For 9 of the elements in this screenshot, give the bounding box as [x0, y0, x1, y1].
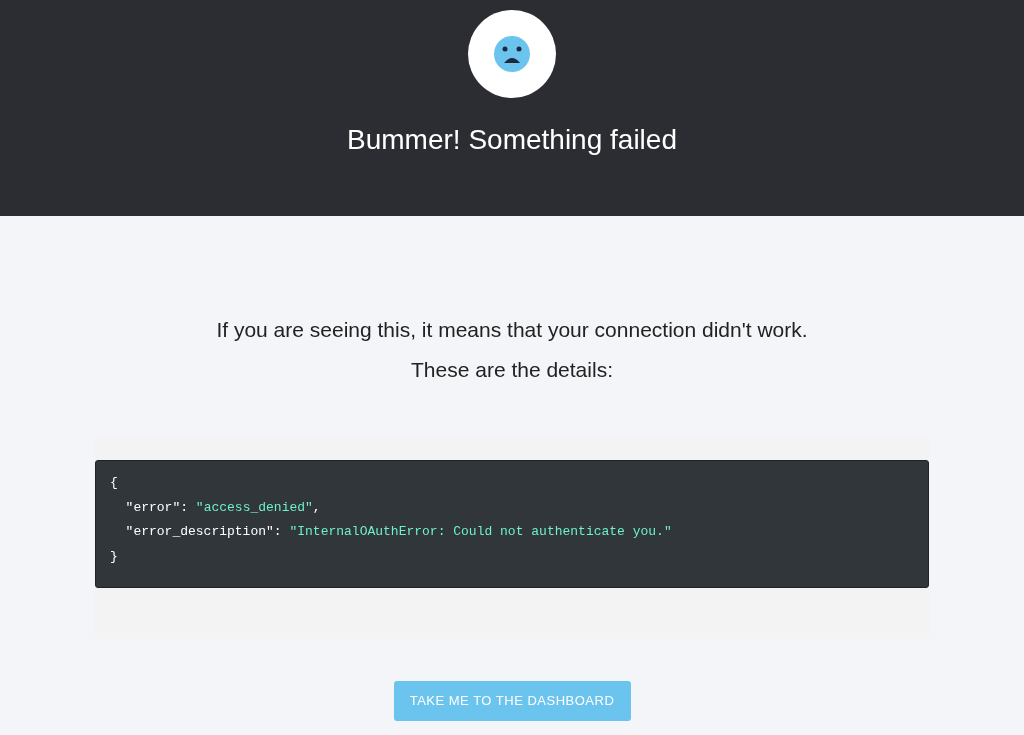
page-title: Bummer! Something failed — [347, 126, 677, 154]
dashboard-button[interactable]: TAKE ME TO THE DASHBOARD — [393, 681, 631, 721]
sad-face-icon — [494, 36, 530, 72]
message-text: If you are seeing this, it means that your connection didn't work. — [216, 317, 808, 343]
code-line: { — [110, 474, 119, 492]
code-line: "error": "access_denied", — [124, 498, 322, 517]
code-line: } — [110, 547, 119, 566]
code-line: "error_description": "InternalOAuthError: Could not authenticate you." — [124, 523, 673, 541]
message-text: These are the details: — [411, 357, 613, 383]
